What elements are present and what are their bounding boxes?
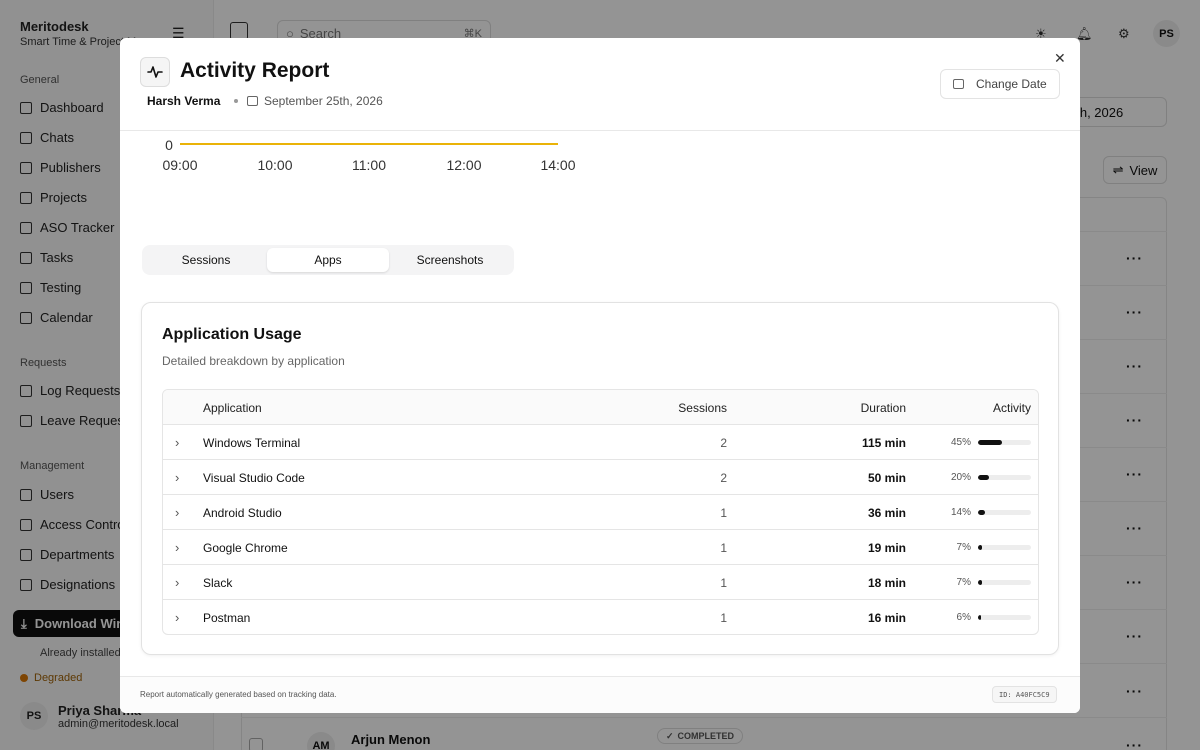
employee-name: Harsh Verma [147, 94, 221, 108]
app-name: Windows Terminal [203, 435, 301, 450]
activity-bar-fill [978, 510, 986, 515]
duration: 18 min [867, 575, 906, 590]
duration: 115 min [861, 435, 906, 450]
chevron-right-icon[interactable]: › [175, 565, 185, 600]
app-name: Google Chrome [203, 540, 288, 555]
chevron-right-icon[interactable]: › [175, 425, 185, 460]
duration: 19 min [867, 540, 906, 555]
chevron-right-icon[interactable]: › [175, 495, 185, 530]
activity-percent: 20% [950, 472, 971, 483]
activity-bar-fill [978, 580, 982, 585]
col-application: Application [203, 400, 262, 415]
chevron-right-icon[interactable]: › [175, 530, 185, 565]
activity-icon [140, 57, 170, 87]
activity-percent: 6% [956, 612, 971, 623]
change-date-button[interactable]: Change Date [940, 69, 1060, 99]
application-usage-card: Application Usage Detailed breakdown by … [141, 302, 1059, 655]
table-row[interactable]: › Slack 1 18 min 7% [163, 565, 1038, 600]
col-sessions: Sessions [678, 400, 727, 415]
x-axis-ticks: 09:00 10:00 11:00 12:00 14:00 [162, 157, 575, 173]
table-row[interactable]: › Android Studio 1 36 min 14% [163, 495, 1038, 530]
activity-bar [978, 580, 1031, 585]
x-tick-label: 11:00 [352, 157, 386, 173]
app-name: Postman [203, 610, 251, 625]
x-tick-label: 12:00 [446, 157, 481, 173]
activity-timeline-chart: 0 09:00 10:00 11:00 12:00 14:00 [162, 137, 575, 173]
close-icon[interactable]: ✕ [1054, 50, 1066, 67]
activity-bar [978, 545, 1031, 550]
activity-bar [978, 510, 1031, 515]
report-id-badge: ID: A40FC5C9 [992, 686, 1057, 703]
activity-percent: 14% [950, 507, 971, 518]
activity-bar-fill [978, 545, 982, 550]
x-tick-label: 10:00 [257, 157, 292, 173]
session-count: 1 [720, 540, 727, 555]
session-count: 1 [720, 610, 727, 625]
session-count: 1 [720, 575, 727, 590]
duration: 36 min [867, 505, 906, 520]
col-duration: Duration [860, 400, 906, 415]
duration: 16 min [867, 610, 906, 625]
table-row[interactable]: › Visual Studio Code 2 50 min 20% [163, 460, 1038, 495]
separator-dot [234, 99, 238, 103]
activity-bar-fill [978, 440, 1002, 445]
activity-percent: 7% [956, 577, 971, 588]
app-name: Android Studio [203, 505, 282, 520]
calendar-icon [247, 96, 258, 106]
chevron-right-icon[interactable]: › [175, 600, 185, 634]
dialog-footer: Report automatically generated based on … [120, 676, 1080, 713]
card-title: Application Usage [162, 326, 302, 343]
tab-sessions[interactable]: Sessions [145, 248, 267, 272]
usage-table: Application Sessions Duration Activity ›… [162, 389, 1039, 635]
dialog-header: Activity Report Harsh Verma September 25… [120, 38, 1080, 131]
activity-bar [978, 615, 1031, 620]
activity-bar [978, 475, 1031, 480]
activity-report-dialog: Activity Report Harsh Verma September 25… [120, 38, 1080, 713]
app-name: Slack [203, 575, 233, 590]
tab-screenshots[interactable]: Screenshots [389, 248, 511, 272]
duration: 50 min [867, 470, 906, 485]
session-count: 2 [720, 470, 727, 485]
tab-list: Sessions Apps Screenshots [142, 245, 514, 275]
activity-bar [978, 440, 1031, 445]
app-name: Visual Studio Code [203, 470, 305, 485]
session-count: 2 [720, 435, 727, 450]
table-header: Application Sessions Duration Activity [163, 390, 1038, 425]
card-subtitle: Detailed breakdown by application [162, 354, 345, 368]
x-tick-label: 09:00 [162, 157, 197, 173]
table-row[interactable]: › Windows Terminal 2 115 min 45% [163, 425, 1038, 460]
tab-apps[interactable]: Apps [267, 248, 389, 272]
activity-bar-fill [978, 615, 982, 620]
session-count: 1 [720, 505, 727, 520]
table-row[interactable]: › Postman 1 16 min 6% [163, 600, 1038, 634]
x-tick-label: 14:00 [540, 157, 575, 173]
table-row[interactable]: › Google Chrome 1 19 min 7% [163, 530, 1038, 565]
y-tick-label: 0 [165, 137, 173, 153]
footer-note: Report automatically generated based on … [140, 690, 337, 699]
report-date: September 25th, 2026 [247, 94, 383, 108]
chevron-right-icon[interactable]: › [175, 460, 185, 495]
calendar-icon [953, 79, 964, 89]
activity-percent: 45% [950, 437, 971, 448]
dialog-title: Activity Report [180, 59, 330, 82]
activity-bar-fill [978, 475, 989, 480]
col-activity: Activity [992, 400, 1031, 415]
activity-percent: 7% [956, 542, 971, 553]
